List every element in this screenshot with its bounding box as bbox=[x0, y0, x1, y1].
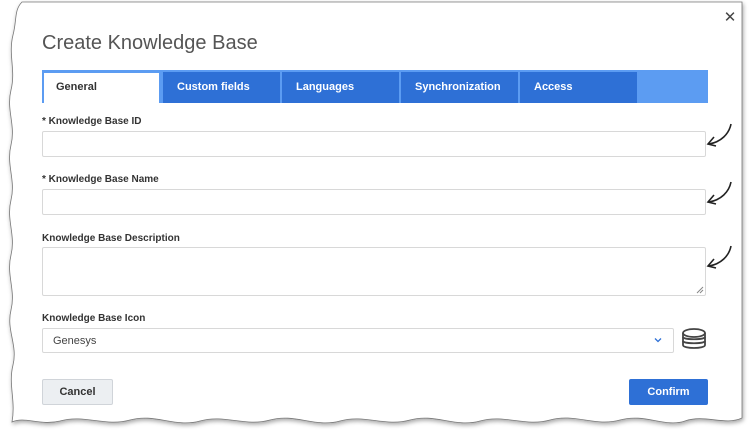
kb-name-input[interactable] bbox=[42, 189, 706, 215]
database-stack-icon bbox=[682, 328, 706, 349]
cancel-button[interactable]: Cancel bbox=[42, 379, 113, 405]
kb-icon-select-value: Genesys bbox=[53, 335, 97, 347]
annotation-arrow-icon bbox=[706, 123, 732, 147]
kb-description-label: Knowledge Base Description bbox=[42, 233, 180, 244]
kb-id-label: * Knowledge Base ID bbox=[42, 116, 142, 127]
tab-access[interactable]: Access bbox=[520, 72, 637, 103]
confirm-button[interactable]: Confirm bbox=[629, 379, 708, 405]
page-frame bbox=[9, 1, 743, 424]
resize-grip-icon[interactable] bbox=[696, 286, 704, 294]
dialog-title: Create Knowledge Base bbox=[42, 32, 258, 54]
kb-icon-label: Knowledge Base Icon bbox=[42, 313, 146, 324]
tab-general[interactable]: General bbox=[42, 71, 161, 103]
annotation-arrow-icon bbox=[706, 181, 732, 205]
tab-bar: General Custom fields Languages Synchron… bbox=[42, 70, 708, 103]
kb-id-input[interactable] bbox=[42, 131, 706, 157]
kb-name-label: * Knowledge Base Name bbox=[42, 174, 159, 185]
kb-description-textarea[interactable] bbox=[42, 247, 706, 296]
chevron-down-icon bbox=[654, 338, 662, 343]
close-icon[interactable]: ✕ bbox=[723, 10, 737, 26]
annotation-arrow-icon bbox=[706, 245, 732, 269]
tab-synchronization[interactable]: Synchronization bbox=[401, 72, 518, 103]
tab-custom-fields[interactable]: Custom fields bbox=[163, 72, 280, 103]
tab-languages[interactable]: Languages bbox=[282, 72, 399, 103]
kb-icon-select[interactable]: Genesys bbox=[42, 328, 674, 353]
